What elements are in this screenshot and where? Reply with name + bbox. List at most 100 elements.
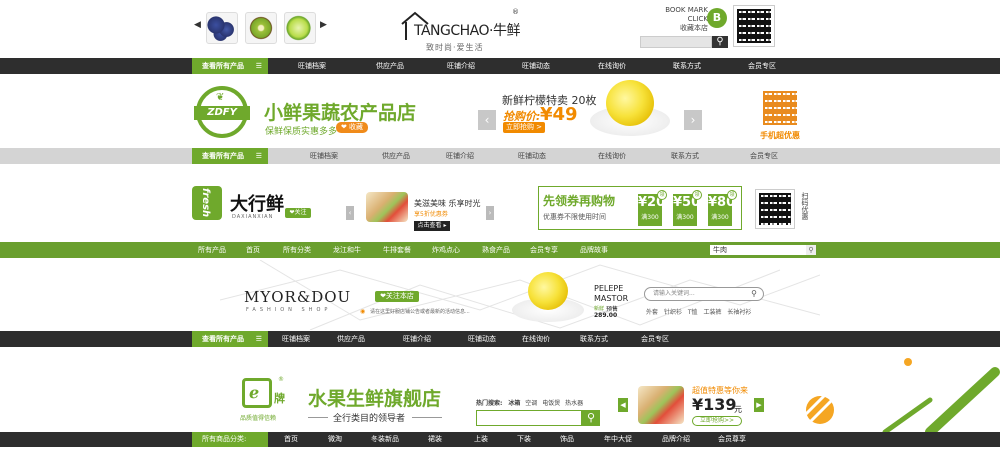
nav5-item[interactable]: 下装 <box>517 432 531 448</box>
ad-prev-button[interactable]: ‹ <box>346 206 354 220</box>
fresh-logo[interactable]: fresh <box>192 186 222 220</box>
hot-tag[interactable]: 工装裤 <box>703 309 721 316</box>
nav5-item[interactable]: 微淘 <box>328 432 342 448</box>
hot-search-item[interactable]: 热水器 <box>565 400 583 407</box>
all-products-button[interactable]: 查看所有产品 ☰ <box>192 331 268 347</box>
follow-button[interactable]: ❤关注 <box>285 208 311 218</box>
bookmark-line-2: CLICK <box>687 15 708 23</box>
nav5-item[interactable]: 冬装新品 <box>371 432 399 448</box>
nav4-item[interactable]: 在线询价 <box>522 331 550 347</box>
shop-search-input[interactable] <box>476 410 582 426</box>
favorite-button[interactable]: ❤ 收藏 <box>336 122 368 133</box>
prev-arrow-icon[interactable]: ◀ <box>194 20 201 30</box>
promo-unit: 元 <box>734 405 742 414</box>
zdfy-text: ZDFY <box>194 106 250 120</box>
nav3-search-button[interactable]: ⚲ <box>806 245 816 255</box>
brand-badge-logo[interactable]: ℯ <box>242 378 272 408</box>
nav1-item[interactable]: 联系方式 <box>673 58 701 74</box>
search-input[interactable] <box>640 36 712 48</box>
nav3-item[interactable]: 品牌故事 <box>580 242 608 258</box>
nav4-item[interactable]: 联系方式 <box>580 331 608 347</box>
promo-prev-button[interactable]: ◀ <box>618 398 628 412</box>
search-icon: ⚲ <box>808 246 814 254</box>
nav1-item[interactable]: 旺铺档案 <box>298 58 326 74</box>
next-arrow-icon[interactable]: ▶ <box>320 20 327 30</box>
bookmark-badge[interactable]: B <box>707 8 727 28</box>
hot-tag[interactable]: 长袖衬衫 <box>727 309 751 316</box>
bookmark-block[interactable]: BOOK MARK CLICK 收藏本店 <box>648 6 708 33</box>
promo-prev-button[interactable]: ‹ <box>478 110 496 130</box>
nav5-item[interactable]: 裙装 <box>428 432 442 448</box>
fruit-thumb-lime[interactable] <box>284 12 316 44</box>
menu-icon: ☰ <box>255 335 262 343</box>
all-categories-button[interactable]: 所有商品分类: <box>192 432 268 447</box>
brand-mark-icon: ℯ <box>249 383 260 402</box>
leaf-icon: ❦ <box>216 92 225 103</box>
nav2-item[interactable]: 联系方式 <box>671 148 699 164</box>
nav3-item[interactable]: 所有分类 <box>283 242 311 258</box>
nav4-item[interactable]: 旺铺动态 <box>468 331 496 347</box>
hot-search-item[interactable]: 空调 <box>525 400 537 407</box>
nav3-search-input[interactable]: 牛肉 <box>710 245 806 255</box>
nav2-item[interactable]: 供应产品 <box>382 148 410 164</box>
follow-shop-button[interactable]: ❤关注本店 <box>375 291 419 302</box>
master-label: MASTOR <box>594 294 629 303</box>
promo-next-button[interactable]: ▶ <box>754 398 764 412</box>
nav3-item[interactable]: 所有产品 <box>198 242 226 258</box>
presale-price: 289.00 <box>594 312 618 319</box>
promo-buy-button[interactable]: 立即抢购 > <box>503 122 545 133</box>
nav2-item[interactable]: 旺铺档案 <box>310 148 338 164</box>
nav1-item[interactable]: 旺铺介绍 <box>447 58 475 74</box>
nav4-item[interactable]: 供应产品 <box>337 331 365 347</box>
notice-text: 请在这里好服店铺公告或者最新的活动信息... <box>370 309 470 315</box>
all-products-button[interactable]: 查看所有产品 ☰ <box>192 148 268 164</box>
all-products-button[interactable]: 查看所有产品 ☰ <box>192 58 268 74</box>
hot-search-item[interactable]: 冰箱 <box>508 400 520 407</box>
promo-next-button[interactable]: › <box>684 110 702 130</box>
nav5-item[interactable]: 上装 <box>474 432 488 448</box>
search-icon[interactable]: ⚲ <box>751 288 757 300</box>
ad-view-button[interactable]: 点击查看 ▸ <box>414 221 450 231</box>
nav3-item[interactable]: 首页 <box>246 242 260 258</box>
promo-buy-button[interactable]: 立即抢购>> <box>692 416 742 426</box>
nav4-item[interactable]: 旺铺介绍 <box>403 331 431 347</box>
ad-food-image <box>366 192 408 222</box>
hot-search-item[interactable]: 电饭煲 <box>542 400 560 407</box>
fruit-thumb-kiwi[interactable] <box>245 12 277 44</box>
nav3-item[interactable]: 牛排套餐 <box>383 242 411 258</box>
hot-tag[interactable]: 外套 <box>646 309 658 316</box>
pelepe-label: PELEPE <box>594 284 624 293</box>
search-button[interactable]: ⚲ <box>712 36 728 48</box>
shop-search-input[interactable]: 请输入关键词... ⚲ <box>644 287 764 301</box>
all-products-label: 查看所有产品 <box>202 335 244 343</box>
hot-tag[interactable]: T恤 <box>688 309 698 316</box>
nav4-item[interactable]: 会员专区 <box>641 331 669 347</box>
nav3-item[interactable]: 龙江和牛 <box>333 242 361 258</box>
nav2-item[interactable]: 在线询价 <box>598 148 626 164</box>
nav1-item[interactable]: 会员专区 <box>748 58 776 74</box>
hot-tag[interactable]: 针织衫 <box>664 309 682 316</box>
nav5-item[interactable]: 饰品 <box>560 432 574 448</box>
shop-search-button[interactable]: ⚲ <box>582 410 600 426</box>
nav1-item[interactable]: 供应产品 <box>376 58 404 74</box>
nav3-item[interactable]: 熟食产品 <box>482 242 510 258</box>
nav4-item[interactable]: 旺铺档案 <box>282 331 310 347</box>
nav5-item[interactable]: 品牌介绍 <box>662 432 690 448</box>
fruit-thumb-blueberry[interactable] <box>206 12 238 44</box>
tangchao-logo[interactable]: TANGCHAO·牛鲜 ® 致时尚·爱生活 <box>400 8 530 54</box>
zdfy-logo[interactable]: ❦ ZDFY <box>194 86 250 138</box>
nav5-item[interactable]: 首页 <box>284 432 298 448</box>
nav2-item[interactable]: 旺铺动态 <box>518 148 546 164</box>
search-icon: ⚲ <box>586 411 596 424</box>
shop-subtitle: 保鲜保质实惠多多 <box>265 127 338 137</box>
nav5-item[interactable]: 会员尊享 <box>718 432 746 448</box>
nav3-item[interactable]: 炸鸡点心 <box>432 242 460 258</box>
nav5-item[interactable]: 年中大促 <box>604 432 632 448</box>
coupon-condition: 满300 <box>711 214 729 221</box>
ad-next-button[interactable]: › <box>486 206 494 220</box>
nav3-item[interactable]: 会员专享 <box>530 242 558 258</box>
nav2-item[interactable]: 会员专区 <box>750 148 778 164</box>
nav1-item[interactable]: 在线询价 <box>598 58 626 74</box>
nav2-item[interactable]: 旺铺介绍 <box>446 148 474 164</box>
nav1-item[interactable]: 旺铺动态 <box>522 58 550 74</box>
